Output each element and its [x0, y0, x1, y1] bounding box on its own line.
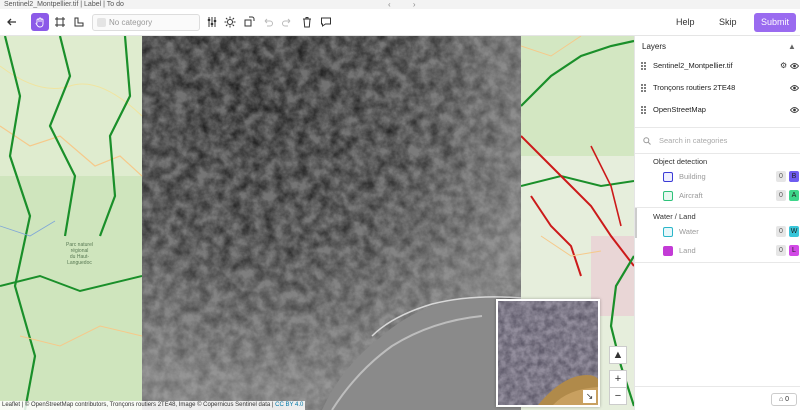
minimap-toggle-button[interactable]: ↘ [583, 390, 596, 403]
layer-row-sentinel[interactable]: Sentinel2_Montpellier.tif ⚙ [635, 56, 800, 76]
eye-icon[interactable] [790, 62, 799, 70]
attribution-text: Leaflet | © OpenStreetMap contributors, … [2, 402, 276, 408]
redo-icon[interactable] [278, 13, 296, 31]
category-shortcut-key: B [789, 171, 799, 182]
group-title-object-detection: Object detection [653, 157, 708, 166]
eye-icon[interactable] [790, 106, 799, 114]
map-attribution: Leaflet | © OpenStreetMap contributors, … [0, 401, 306, 410]
window-title: Sentinel2_Montpellier.tif | Label | To d… [4, 1, 124, 8]
layer-name: Tronçons routiers 2TE48 [653, 83, 736, 92]
category-count: 0 [776, 226, 786, 237]
category-water[interactable]: Water 0 W [635, 223, 800, 241]
layer-row-osm[interactable]: OpenStreetMap [635, 100, 800, 120]
category-name: Water [679, 227, 699, 236]
category-count: 0 [776, 190, 786, 201]
park-label-line-4: Languedoc [67, 260, 92, 266]
drag-handle-icon[interactable] [641, 62, 646, 70]
back-arrow-icon[interactable] [3, 13, 21, 31]
aircraft-category-icon [663, 191, 673, 201]
category-name: Land [679, 246, 696, 255]
tag-count-badge[interactable]: ⌂ 0 [771, 393, 797, 406]
brightness-icon[interactable] [221, 13, 239, 31]
help-button[interactable]: Help [676, 17, 695, 27]
zoom-out-button[interactable]: − [609, 387, 627, 405]
category-name: Aircraft [679, 191, 703, 200]
layer-name: Sentinel2_Montpellier.tif [653, 61, 733, 70]
search-icon [643, 137, 651, 145]
osm-basemap-left [0, 36, 142, 410]
category-shortcut-key: W [789, 226, 799, 237]
tag-count: 0 [785, 396, 790, 403]
license-link[interactable]: CC BY 4.0 [275, 402, 303, 408]
comment-icon[interactable] [317, 13, 335, 31]
chevron-up-icon[interactable]: ▲ [788, 42, 796, 51]
park-label: Parc naturel régional du Haut- Languedoc [66, 242, 93, 266]
category-shortcut-key: L [789, 245, 799, 256]
polygon-tool-icon[interactable] [70, 13, 88, 31]
search-placeholder: Search in categories [659, 136, 728, 145]
undo-icon[interactable] [259, 13, 277, 31]
drag-handle-icon[interactable] [641, 84, 646, 92]
panel-divider [635, 386, 800, 387]
category-select[interactable]: No category [92, 14, 200, 31]
rotate-icon[interactable] [240, 13, 258, 31]
layer-row-troncons[interactable]: Tronçons routiers 2TE48 [635, 78, 800, 98]
category-land[interactable]: Land 0 L [635, 242, 800, 260]
skip-button[interactable]: Skip [719, 17, 737, 27]
map-canvas[interactable]: Parc naturel régional du Haut- Languedoc [0, 36, 634, 410]
category-name: Building [679, 172, 706, 181]
minimap[interactable]: ↘ [496, 299, 600, 407]
land-category-icon [663, 246, 673, 256]
bounding-box-tool-icon[interactable] [51, 13, 69, 31]
water-category-icon [663, 227, 673, 237]
category-select-placeholder: No category [109, 18, 153, 27]
category-shortcut-key: A [789, 190, 799, 201]
nav-arrows[interactable]: ‹ › [388, 0, 426, 9]
zoom-in-button[interactable]: + [609, 370, 627, 388]
eye-icon[interactable] [790, 84, 799, 92]
pan-hand-tool-icon[interactable] [31, 13, 49, 31]
submit-button[interactable]: Submit [754, 13, 796, 32]
category-count: 0 [776, 171, 786, 182]
toolbar: No category Help Skip Submit [0, 9, 800, 36]
category-search-input[interactable]: Search in categories [641, 134, 795, 148]
compass-north-button[interactable]: ▲ [609, 346, 627, 364]
category-building[interactable]: Building 0 B [635, 168, 800, 186]
panel-divider [635, 262, 800, 263]
tag-icon: ⌂ [778, 396, 784, 403]
layers-title: Layers [642, 42, 667, 51]
drag-handle-icon[interactable] [641, 106, 646, 114]
side-panel: Layers ▲ Sentinel2_Montpellier.tif ⚙ Tro… [634, 36, 800, 410]
panel-divider [635, 127, 800, 128]
category-aircraft[interactable]: Aircraft 0 A [635, 187, 800, 205]
satellite-image-layer [142, 36, 521, 410]
gear-icon[interactable]: ⚙ [780, 56, 787, 76]
panel-divider [635, 207, 800, 208]
category-color-swatch [97, 18, 106, 27]
trash-icon[interactable] [298, 13, 316, 31]
building-category-icon [663, 172, 673, 182]
category-count: 0 [776, 245, 786, 256]
group-title-water-land: Water / Land [653, 212, 696, 221]
layer-name: OpenStreetMap [653, 105, 706, 114]
panel-divider [635, 153, 800, 154]
window-titlebar: Sentinel2_Montpellier.tif | Label | To d… [0, 0, 800, 9]
adjustments-sliders-icon[interactable] [203, 13, 221, 31]
